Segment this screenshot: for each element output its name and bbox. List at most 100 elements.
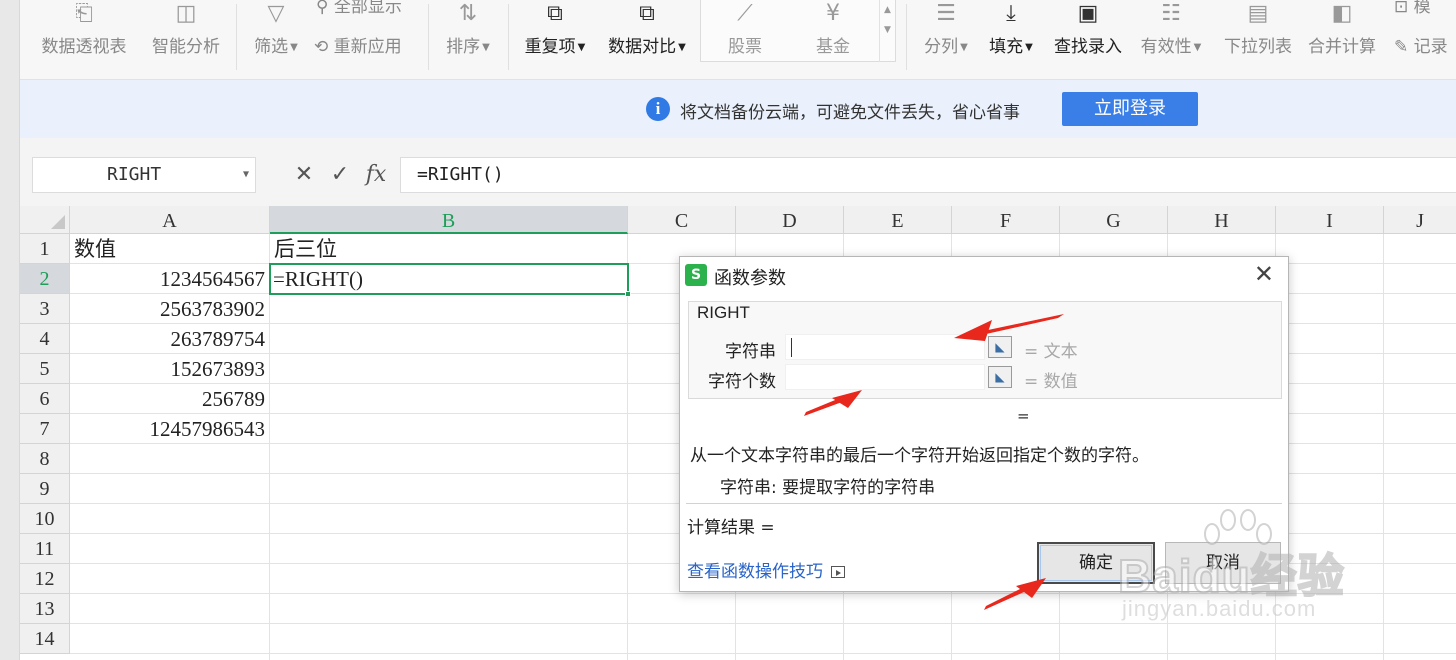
consolidate-icon: ◧ [1331, 1, 1353, 26]
fund-button[interactable]: ¥ 基金 [793, 0, 873, 57]
sort-button[interactable]: ⇅ 排序 ▼ [440, 0, 496, 76]
ribbon-separator [428, 4, 429, 70]
row-header-6[interactable]: 6 [20, 384, 70, 414]
split-columns-icon: ☰ [936, 1, 956, 26]
column-header-h[interactable]: H [1168, 206, 1276, 234]
formula-input[interactable]: =RIGHT() [400, 157, 1456, 193]
arg-label-string: 字符串 [725, 342, 776, 362]
dropdown-list-button[interactable]: ▤ 下拉列表 [1220, 0, 1296, 76]
video-icon[interactable] [831, 566, 845, 578]
stock-fund-gallery: ⟋ 股票 ¥ 基金 ▲ ▼ [700, 0, 896, 62]
string-result: = 文本 [1024, 342, 1078, 362]
confirm-formula-icon[interactable]: ✓ [322, 162, 358, 187]
row-header-14[interactable]: 14 [20, 624, 70, 654]
row-header-4[interactable]: 4 [20, 324, 70, 354]
column-header-b[interactable]: B [270, 206, 628, 234]
cell-b2[interactable]: =RIGHT() [271, 265, 627, 293]
filter-button[interactable]: ▽ 筛选 ▼ [248, 0, 304, 76]
fill-button[interactable]: ⤓ 填充 ▼ [982, 0, 1040, 76]
data-compare-icon: ⧉ [639, 1, 655, 26]
active-cell-b2[interactable]: =RIGHT() [269, 263, 631, 297]
function-result-equals: = [1017, 407, 1030, 425]
consolidate-button[interactable]: ◧ 合并计算 [1304, 0, 1380, 76]
pivot-table-icon: ⎗ [75, 1, 93, 26]
column-header-e[interactable]: E [844, 206, 952, 234]
data-compare-button[interactable]: ⧉ 数据对比 ▼ [604, 0, 690, 76]
cell-a2[interactable]: 1234564567 [70, 264, 269, 294]
select-all-corner[interactable] [20, 206, 70, 234]
template-icon: ⊡ [1394, 0, 1409, 17]
insert-function-icon[interactable]: fx [358, 162, 394, 187]
name-box[interactable]: RIGHT ▼ [32, 157, 256, 193]
cell-a4[interactable]: 263789754 [70, 324, 269, 354]
show-all-icon: ⚲ [316, 0, 329, 17]
dialog-titlebar[interactable]: S 函数参数 ✕ [680, 257, 1288, 293]
column-header-g[interactable]: G [1060, 206, 1168, 234]
calculation-result: 计算结果 = [687, 518, 775, 538]
cell-b1[interactable]: 后三位 [270, 234, 627, 264]
fill-handle[interactable] [625, 291, 631, 297]
row-header-8[interactable]: 8 [20, 444, 70, 474]
cell-a5[interactable]: 152673893 [70, 354, 269, 384]
left-edge-strip [0, 0, 20, 660]
close-icon[interactable]: ✕ [1254, 259, 1274, 289]
chevron-down-icon: ▼ [884, 25, 891, 35]
row-header-11[interactable]: 11 [20, 534, 70, 564]
range-select-icon[interactable]: ◣ [988, 336, 1012, 358]
row-header-10[interactable]: 10 [20, 504, 70, 534]
row-header-9[interactable]: 9 [20, 474, 70, 504]
row-header-2[interactable]: 2 [20, 264, 70, 294]
cancel-formula-icon[interactable]: ✕ [286, 162, 322, 187]
row-header-3[interactable]: 3 [20, 294, 70, 324]
validity-button[interactable]: ☷ 有效性 ▼ [1136, 0, 1206, 76]
range-select-icon[interactable]: ◣ [988, 366, 1012, 388]
column-header-j[interactable]: J [1384, 206, 1456, 234]
grid-line [70, 653, 1456, 654]
stock-button[interactable]: ⟋ 股票 [705, 0, 785, 57]
pivot-table-button[interactable]: ⎗ 数据透视表 [38, 0, 130, 76]
split-columns-button[interactable]: ☰ 分列 ▼ [916, 0, 976, 76]
function-tips-link[interactable]: 查看函数操作技巧 [687, 557, 845, 582]
fill-icon: ⤓ [1006, 1, 1016, 26]
cell-a3[interactable]: 2563783902 [70, 294, 269, 324]
chevron-down-icon[interactable]: ▼ [243, 158, 249, 192]
find-entry-button[interactable]: ▣ 查找录入 [1050, 0, 1126, 76]
column-header-f[interactable]: F [952, 206, 1060, 234]
column-header-d[interactable]: D [736, 206, 844, 234]
gallery-scroll[interactable]: ▲ ▼ [879, 0, 895, 62]
row-header-13[interactable]: 13 [20, 594, 70, 624]
validity-dropdown-icon: ▼ [1193, 41, 1202, 53]
parameter-help: 字符串: 要提取字符的字符串 [720, 478, 936, 498]
row-header-12[interactable]: 12 [20, 564, 70, 594]
ribbon-separator [906, 4, 907, 70]
cell-a1[interactable]: 数值 [70, 234, 269, 264]
column-header-i[interactable]: I [1276, 206, 1384, 234]
fund-icon: ¥ [826, 1, 840, 26]
login-button[interactable]: 立即登录 [1062, 92, 1198, 126]
string-input[interactable] [785, 334, 985, 360]
cloud-backup-banner: i 将文档备份云端，可避免文件丢失，省心省事 立即登录 [20, 80, 1456, 138]
duplicates-button[interactable]: ⧉ 重复项 ▼ [520, 0, 590, 76]
sort-icon: ⇅ [458, 1, 478, 26]
data-compare-dropdown-icon: ▼ [678, 41, 686, 53]
cell-a6[interactable]: 256789 [70, 384, 269, 414]
ribbon-separator [236, 4, 237, 70]
template-button[interactable]: ⊡ 模 [1394, 0, 1431, 17]
duplicates-dropdown-icon: ▼ [577, 41, 586, 53]
dialog-title: 函数参数 [714, 268, 786, 289]
row-header-7[interactable]: 7 [20, 414, 70, 444]
cell-a7[interactable]: 12457986543 [70, 414, 269, 444]
function-description: 从一个文本字符串的最后一个字符开始返回指定个数的字符。 [690, 446, 1149, 466]
row-header-1[interactable]: 1 [20, 234, 70, 264]
column-header-a[interactable]: A [70, 206, 270, 234]
row-header-5[interactable]: 5 [20, 354, 70, 384]
smart-analysis-icon: ◫ [175, 1, 197, 26]
count-input[interactable] [785, 364, 985, 390]
banner-message: 将文档备份云端，可避免文件丢失，省心省事 [680, 103, 1020, 123]
reapply-button[interactable]: ⟲ 重新应用 [314, 32, 402, 57]
show-all-button[interactable]: ⚲ 全部显示 [316, 0, 402, 17]
column-header-c[interactable]: C [628, 206, 736, 234]
record-button[interactable]: ✎ 记录 [1394, 32, 1448, 57]
function-name: RIGHT [697, 303, 750, 322]
smart-analysis-button[interactable]: ◫ 智能分析 [148, 0, 224, 76]
